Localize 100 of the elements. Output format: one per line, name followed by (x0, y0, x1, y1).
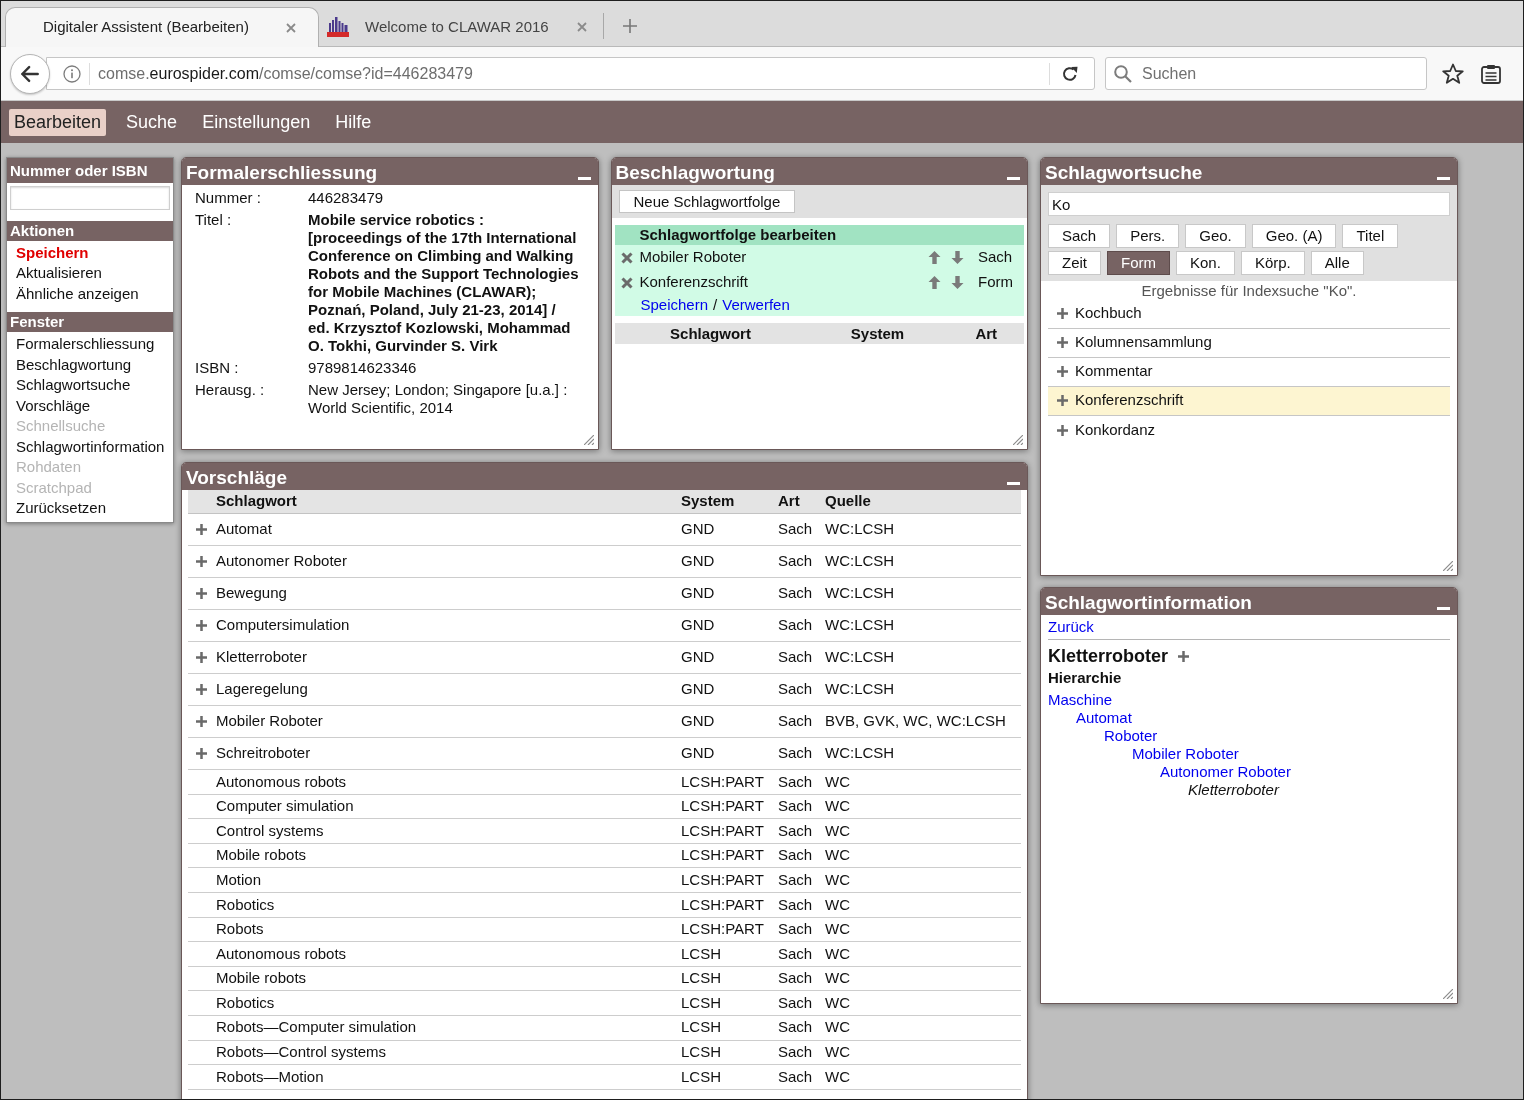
sequence-term: Konferenzschrift (639, 272, 748, 293)
table-cell: Sach (778, 648, 813, 666)
table-cell: GND (681, 584, 715, 602)
menu-item[interactable]: Hilfe (330, 108, 377, 136)
sidebar-link[interactable]: Speichern (16, 243, 89, 261)
plus-icon[interactable] (196, 524, 207, 535)
field-label: Nummer : (195, 189, 261, 207)
keyword-input[interactable]: Ko (1048, 192, 1450, 216)
back-link[interactable]: Zurück (1048, 618, 1094, 635)
menu-item[interactable]: Bearbeiten (9, 108, 107, 136)
resize-grip-icon[interactable] (1443, 561, 1453, 571)
filter-button[interactable]: Geo. (A) (1251, 223, 1337, 248)
plus-icon[interactable] (196, 588, 207, 599)
back-button[interactable] (10, 53, 50, 94)
hierarchy-link[interactable]: Automat (1076, 709, 1132, 726)
resize-grip-icon[interactable] (583, 435, 594, 445)
table-cell: WC (825, 772, 850, 790)
hierarchy-link[interactable]: Mobiler Roboter (1132, 745, 1239, 762)
filter-button[interactable]: Zeit (1048, 250, 1101, 275)
star-icon[interactable] (1442, 62, 1464, 85)
table-cell: Autonomous robots (216, 944, 347, 962)
minimize-icon[interactable] (577, 177, 591, 180)
plus-icon[interactable] (1057, 395, 1068, 406)
table-cell: Sach (778, 870, 813, 888)
site-logo-icon (327, 17, 349, 37)
table-cell: Sach (778, 797, 813, 815)
hierarchy-link[interactable]: Autonomer Roboter (1160, 763, 1291, 780)
plus-icon[interactable] (196, 716, 207, 727)
reload-button[interactable] (1062, 65, 1078, 82)
table-cell: Mobile robots (216, 846, 307, 864)
search-field[interactable]: Suchen (1105, 57, 1427, 90)
table-cell: Sach (778, 552, 813, 570)
sidebar-link[interactable]: Aktualisieren (16, 264, 102, 281)
sidebar-link[interactable]: Schlagwortinformation (16, 437, 165, 455)
sidebar-link[interactable]: Schlagwortsuche (16, 376, 131, 393)
filter-button[interactable]: Körp. (1240, 250, 1305, 275)
table-cell: Sach (778, 772, 813, 790)
address-bar[interactable]: comse.eurospider.com/comse/comse?id=446283479 (46, 57, 1095, 90)
sidebar-heading: Fenster (7, 312, 173, 332)
plus-icon[interactable] (196, 748, 207, 759)
table-cell: Sach (778, 821, 813, 839)
url-text[interactable]: comse.eurospider.com/comse/comse?id=446283479 (98, 61, 473, 86)
table-cell: Autonomer Roboter (216, 552, 347, 570)
resize-grip-icon[interactable] (1013, 435, 1023, 445)
filter-button[interactable]: Form (1107, 250, 1170, 275)
filter-button[interactable]: Pers. (1116, 223, 1180, 248)
table-cell: GND (681, 712, 715, 730)
new-sequence-button[interactable]: Neue Schlagwortfolge (618, 190, 796, 213)
plus-icon[interactable] (1057, 424, 1068, 436)
hierarchy-link[interactable]: Roboter (1104, 727, 1158, 744)
plus-icon[interactable] (1057, 308, 1068, 319)
resize-grip-icon[interactable] (1443, 989, 1453, 999)
table-cell: WC (825, 870, 850, 888)
panel-title: Schlagwortinformation (1045, 591, 1252, 615)
filter-button[interactable]: Geo. (1185, 223, 1246, 248)
sidebar-link[interactable]: Vorschläge (16, 396, 91, 414)
info-icon[interactable] (63, 64, 81, 83)
panel-title: Vorschläge (186, 466, 288, 490)
plus-icon[interactable] (1178, 650, 1189, 662)
plus-icon[interactable] (1057, 337, 1068, 348)
table-cell: WC:LCSH (825, 616, 895, 634)
plus-icon[interactable] (196, 620, 207, 631)
menu-item[interactable]: Einstellungen (197, 108, 316, 136)
plus-icon[interactable] (1057, 366, 1068, 377)
arrow-up-icon[interactable] (928, 276, 941, 289)
filter-button[interactable]: Sach (1048, 223, 1111, 248)
filter-button[interactable]: Alle (1310, 250, 1364, 275)
cross-icon[interactable] (620, 251, 633, 264)
plus-icon[interactable] (196, 556, 207, 567)
new-tab-icon[interactable] (623, 19, 637, 33)
list-icon[interactable] (1481, 63, 1501, 84)
table-cell: Robotics (216, 993, 275, 1011)
close-icon[interactable] (286, 22, 296, 33)
menu-item[interactable]: Suche (121, 108, 183, 136)
table-cell: Motion (216, 870, 262, 888)
plus-icon[interactable] (196, 684, 207, 695)
arrow-down-icon[interactable] (951, 276, 964, 289)
table-cell: GND (681, 648, 715, 666)
table-cell: LCSH:PART (681, 870, 764, 888)
cross-icon[interactable] (620, 276, 633, 289)
save-link[interactable]: Speichern (640, 294, 709, 317)
filter-button[interactable]: Kon. (1176, 250, 1235, 275)
discard-link[interactable]: Verwerfen (722, 294, 790, 317)
table-cell: Robots—Control systems (216, 1043, 387, 1061)
table-cell: Sach (778, 846, 813, 864)
sidebar-link[interactable]: Beschlagwortung (16, 355, 132, 373)
filter-button[interactable]: Titel (1342, 223, 1399, 248)
hierarchy-link[interactable]: Maschine (1048, 691, 1113, 708)
browser-tab[interactable]: Welcome to CLAWAR 2016 (319, 7, 603, 47)
close-icon[interactable] (577, 22, 587, 32)
sidebar-link[interactable]: Zurücksetzen (16, 499, 107, 516)
browser-tab[interactable]: Digitaler Assistent (Bearbeiten) (5, 7, 319, 47)
sidebar-link[interactable]: Formalerschliessung (16, 335, 155, 352)
table-cell: WC:LCSH (825, 744, 895, 762)
plus-icon[interactable] (196, 652, 207, 663)
arrow-down-icon[interactable] (951, 251, 964, 264)
number-input[interactable] (10, 186, 170, 210)
result-row[interactable]: Konferenzschrift (1048, 386, 1450, 416)
sidebar-link[interactable]: Ähnliche anzeigen (16, 284, 139, 302)
arrow-up-icon[interactable] (928, 251, 941, 264)
